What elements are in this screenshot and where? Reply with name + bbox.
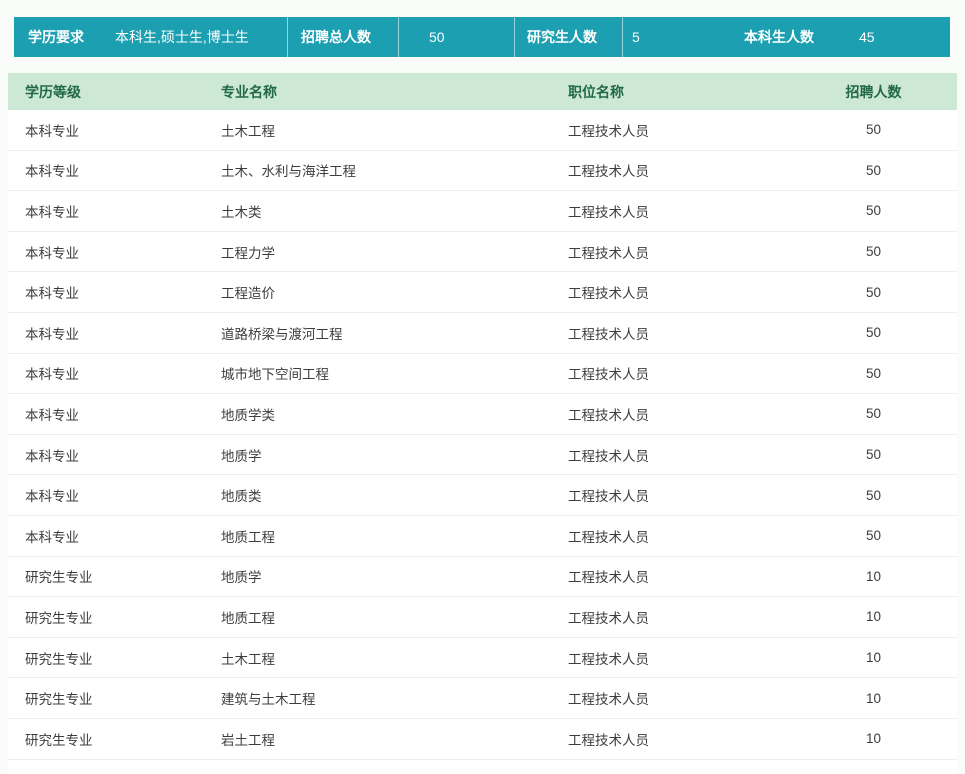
cell-headcount: 50 [790,406,957,421]
table-row: 本科专业 土木工程 工程技术人员 50 [8,110,957,151]
cell-headcount: 10 [790,609,957,624]
cell-major-name: 建筑与土木工程 [207,688,553,708]
cell-headcount: 50 [790,366,957,381]
cell-position-name: 工程技术人员 [553,607,790,627]
education-requirement-label: 学历要求 [14,17,115,57]
undergraduate-count-value: 45 [859,17,950,57]
table-row: 研究生专业 建筑与土木工程 工程技术人员 10 [8,678,957,719]
cell-headcount: 50 [790,488,957,503]
cell-major-name: 土木、水利与海洋工程 [207,160,553,180]
cell-position-name: 工程技术人员 [553,688,790,708]
cell-headcount: 10 [790,650,957,665]
cell-major-name: 地质学 [207,445,553,465]
cell-major-name: 岩土工程 [207,729,553,749]
cell-headcount: 50 [790,447,957,462]
cell-headcount: 50 [790,203,957,218]
cell-position-name: 工程技术人员 [553,282,790,302]
column-header-position-name: 职位名称 [553,82,790,102]
cell-position-name: 工程技术人员 [553,526,790,546]
cell-education-level: 研究生专业 [8,729,207,749]
table-row: 本科专业 工程力学 工程技术人员 50 [8,232,957,273]
column-header-headcount: 招聘人数 [790,82,957,102]
column-header-major-name: 专业名称 [207,82,553,102]
majors-table: 学历等级 专业名称 职位名称 招聘人数 本科专业 土木工程 工程技术人员 50 … [8,73,957,774]
cell-major-name: 工程力学 [207,242,553,262]
total-recruitment-value: 50 [399,17,514,57]
cell-education-level: 研究生专业 [8,607,207,627]
table-header-row: 学历等级 专业名称 职位名称 招聘人数 [8,73,957,110]
cell-education-level: 研究生专业 [8,648,207,668]
cell-position-name: 工程技术人员 [553,120,790,140]
table-row: 研究生专业 土木工程 工程技术人员 10 [8,638,957,679]
cell-education-level: 本科专业 [8,120,207,140]
cell-position-name: 工程技术人员 [553,445,790,465]
cell-education-level: 本科专业 [8,485,207,505]
cell-headcount: 50 [790,325,957,340]
cell-major-name: 土木工程 [207,120,553,140]
table-row: 本科专业 工程造价 工程技术人员 50 [8,272,957,313]
cell-position-name: 工程技术人员 [553,160,790,180]
table-row: 本科专业 土木类 工程技术人员 50 [8,191,957,232]
cell-headcount: 50 [790,122,957,137]
graduate-count-value: 5 [623,17,744,57]
cell-headcount: 50 [790,244,957,259]
cell-major-name: 城市地下空间工程 [207,363,553,383]
cell-position-name: 工程技术人员 [553,485,790,505]
cell-major-name: 工程造价 [207,282,553,302]
cell-education-level: 本科专业 [8,323,207,343]
summary-bar: 学历要求 本科生,硕士生,博士生 招聘总人数 50 研究生人数 5 本科生人数 … [14,17,950,57]
cell-headcount: 50 [790,163,957,178]
undergraduate-count-label: 本科生人数 [744,17,859,57]
cell-education-level: 本科专业 [8,160,207,180]
cell-position-name: 工程技术人员 [553,648,790,668]
cell-education-level: 本科专业 [8,526,207,546]
cell-major-name: 地质类 [207,485,553,505]
cell-position-name: 工程技术人员 [553,404,790,424]
cell-education-level: 本科专业 [8,445,207,465]
table-row: 研究生专业 地质学 工程技术人员 10 [8,557,957,598]
cell-position-name: 工程技术人员 [553,201,790,221]
cell-headcount: 10 [790,731,957,746]
education-requirement-value: 本科生,硕士生,博士生 [115,17,287,57]
cell-education-level: 本科专业 [8,242,207,262]
cell-headcount: 50 [790,285,957,300]
table-row: 本科专业 土木、水利与海洋工程 工程技术人员 50 [8,151,957,192]
cell-major-name: 地质学类 [207,404,553,424]
cell-education-level: 研究生专业 [8,566,207,586]
cell-position-name: 工程技术人员 [553,242,790,262]
cell-position-name: 工程技术人员 [553,323,790,343]
cell-major-name: 土木工程 [207,648,553,668]
table-row: 本科专业 地质类 工程技术人员 50 [8,475,957,516]
cell-education-level: 本科专业 [8,201,207,221]
cell-major-name: 地质学 [207,566,553,586]
cell-position-name: 工程技术人员 [553,363,790,383]
cell-major-name: 土木类 [207,201,553,221]
cell-major-name: 地质工程 [207,607,553,627]
cell-headcount: 50 [790,528,957,543]
cell-education-level: 本科专业 [8,404,207,424]
graduate-count-label: 研究生人数 [515,17,622,57]
cell-position-name: 工程技术人员 [553,729,790,749]
table-body: 本科专业 土木工程 工程技术人员 50 本科专业 土木、水利与海洋工程 工程技术… [8,110,957,760]
table-row: 本科专业 地质学类 工程技术人员 50 [8,394,957,435]
table-row: 研究生专业 地质工程 工程技术人员 10 [8,597,957,638]
cell-education-level: 研究生专业 [8,688,207,708]
table-row: 本科专业 地质工程 工程技术人员 50 [8,516,957,557]
table-row-partial [8,760,957,774]
table-row: 本科专业 城市地下空间工程 工程技术人员 50 [8,354,957,395]
table-row: 研究生专业 岩土工程 工程技术人员 10 [8,719,957,760]
table-row: 本科专业 地质学 工程技术人员 50 [8,435,957,476]
cell-position-name: 工程技术人员 [553,566,790,586]
cell-headcount: 10 [790,569,957,584]
total-recruitment-label: 招聘总人数 [288,17,398,57]
column-header-education-level: 学历等级 [8,82,207,102]
cell-education-level: 本科专业 [8,363,207,383]
cell-education-level: 本科专业 [8,282,207,302]
cell-major-name: 道路桥梁与渡河工程 [207,323,553,343]
table-row: 本科专业 道路桥梁与渡河工程 工程技术人员 50 [8,313,957,354]
cell-major-name: 地质工程 [207,526,553,546]
cell-headcount: 10 [790,691,957,706]
